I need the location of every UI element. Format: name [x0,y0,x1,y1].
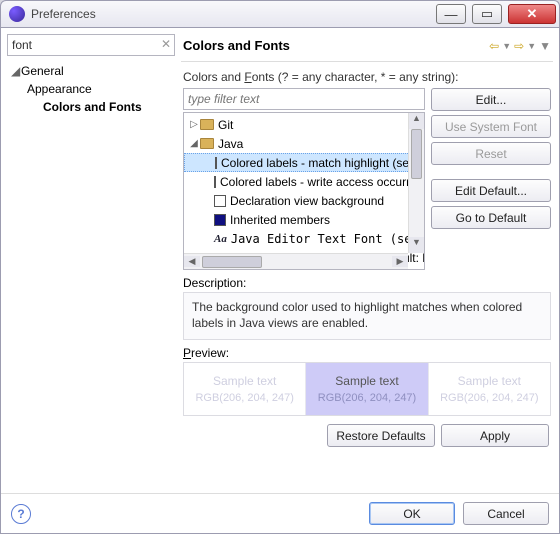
folder-icon [200,119,214,130]
clear-filter-icon[interactable]: ✕ [161,37,171,51]
font-icon: Aa [214,233,227,245]
nav-node-colors-fonts[interactable]: Colors and Fonts [7,98,175,116]
go-to-default-button[interactable]: Go to Default [431,206,551,229]
scroll-up-icon[interactable]: ▲ [409,113,424,129]
preview-box: Sample textRGB(206, 204, 247) Sample tex… [183,362,551,416]
color-swatch-icon [215,157,217,169]
scroll-thumb[interactable] [411,129,422,179]
color-swatch-icon [214,195,226,207]
color-swatch-icon [214,176,216,188]
use-system-font-button[interactable]: Use System Font [431,115,551,138]
back-menu-icon[interactable]: ▼ [502,41,511,51]
folder-icon [200,138,214,149]
reset-button[interactable]: Reset [431,142,551,165]
nav-node-appearance[interactable]: Appearance [7,80,175,98]
preview-cell: Sample textRGB(206, 204, 247) [428,363,550,415]
preview-cell-active: Sample textRGB(206, 204, 247) [305,363,427,415]
apply-button[interactable]: Apply [441,424,549,447]
panel-title: Colors and Fonts [183,38,290,53]
tree-category-java[interactable]: ◢Java [184,134,424,153]
horizontal-scrollbar[interactable]: ◀ ▶ [184,253,408,269]
back-icon[interactable]: ⇦ [489,39,499,53]
ok-button[interactable]: OK [369,502,455,525]
scroll-right-icon[interactable]: ▶ [392,256,408,267]
window-title: Preferences [31,7,96,21]
restore-defaults-button[interactable]: Restore Defaults [327,424,435,447]
minimize-button[interactable]: — [436,4,466,24]
filter-hint: Colors and Fonts (? = any character, * =… [183,70,551,84]
app-icon [9,6,25,22]
help-icon[interactable]: ? [11,504,31,524]
filter-input[interactable] [7,34,175,56]
tree-category-git[interactable]: ▷Git [184,115,424,134]
edit-button[interactable]: Edit... [431,88,551,111]
forward-icon[interactable]: ⇨ [514,39,524,53]
item-declaration-bg[interactable]: Declaration view background [184,191,424,210]
nav-node-general[interactable]: ◢General [7,62,175,80]
item-inherited[interactable]: Inherited members [184,210,424,229]
vertical-scrollbar[interactable]: ▲ ▼ [408,113,424,253]
nav-tree[interactable]: ◢General Appearance Colors and Fonts [7,62,175,116]
hscroll-thumb[interactable] [202,256,262,268]
page-menu-icon[interactable]: ▼ [539,39,551,53]
cancel-button[interactable]: Cancel [463,502,549,525]
scroll-left-icon[interactable]: ◀ [184,256,200,267]
forward-menu-icon[interactable]: ▼ [527,41,536,51]
scroll-down-icon[interactable]: ▼ [409,237,424,253]
maximize-button[interactable]: ▭ [472,4,502,24]
panel-header: Colors and Fonts ⇦ ▼ ⇨ ▼ ▼ [181,34,553,62]
nav-column: ✕ ◢General Appearance Colors and Fonts [7,34,175,493]
tree-filter-input[interactable] [183,88,425,110]
item-match-highlight[interactable]: Colored labels - match highlight (set to… [184,153,424,172]
preview-cell: Sample textRGB(206, 204, 247) [184,363,305,415]
description-label: Description: [183,276,551,290]
edit-default-button[interactable]: Edit Default... [431,179,551,202]
close-button[interactable]: ✕ [508,4,556,24]
item-write-access[interactable]: Colored labels - write access occurrence [184,172,424,191]
color-swatch-icon [214,214,226,226]
description-text: The background color used to highlight m… [183,292,551,340]
colors-fonts-tree[interactable]: ▷Git ◢Java Colored labels - match highli… [183,112,425,270]
title-bar: Preferences — ▭ ✕ [0,0,560,28]
preview-label: Preview: [183,346,551,360]
item-editor-font[interactable]: AaJava Editor Text Font (set to defa [184,229,424,248]
